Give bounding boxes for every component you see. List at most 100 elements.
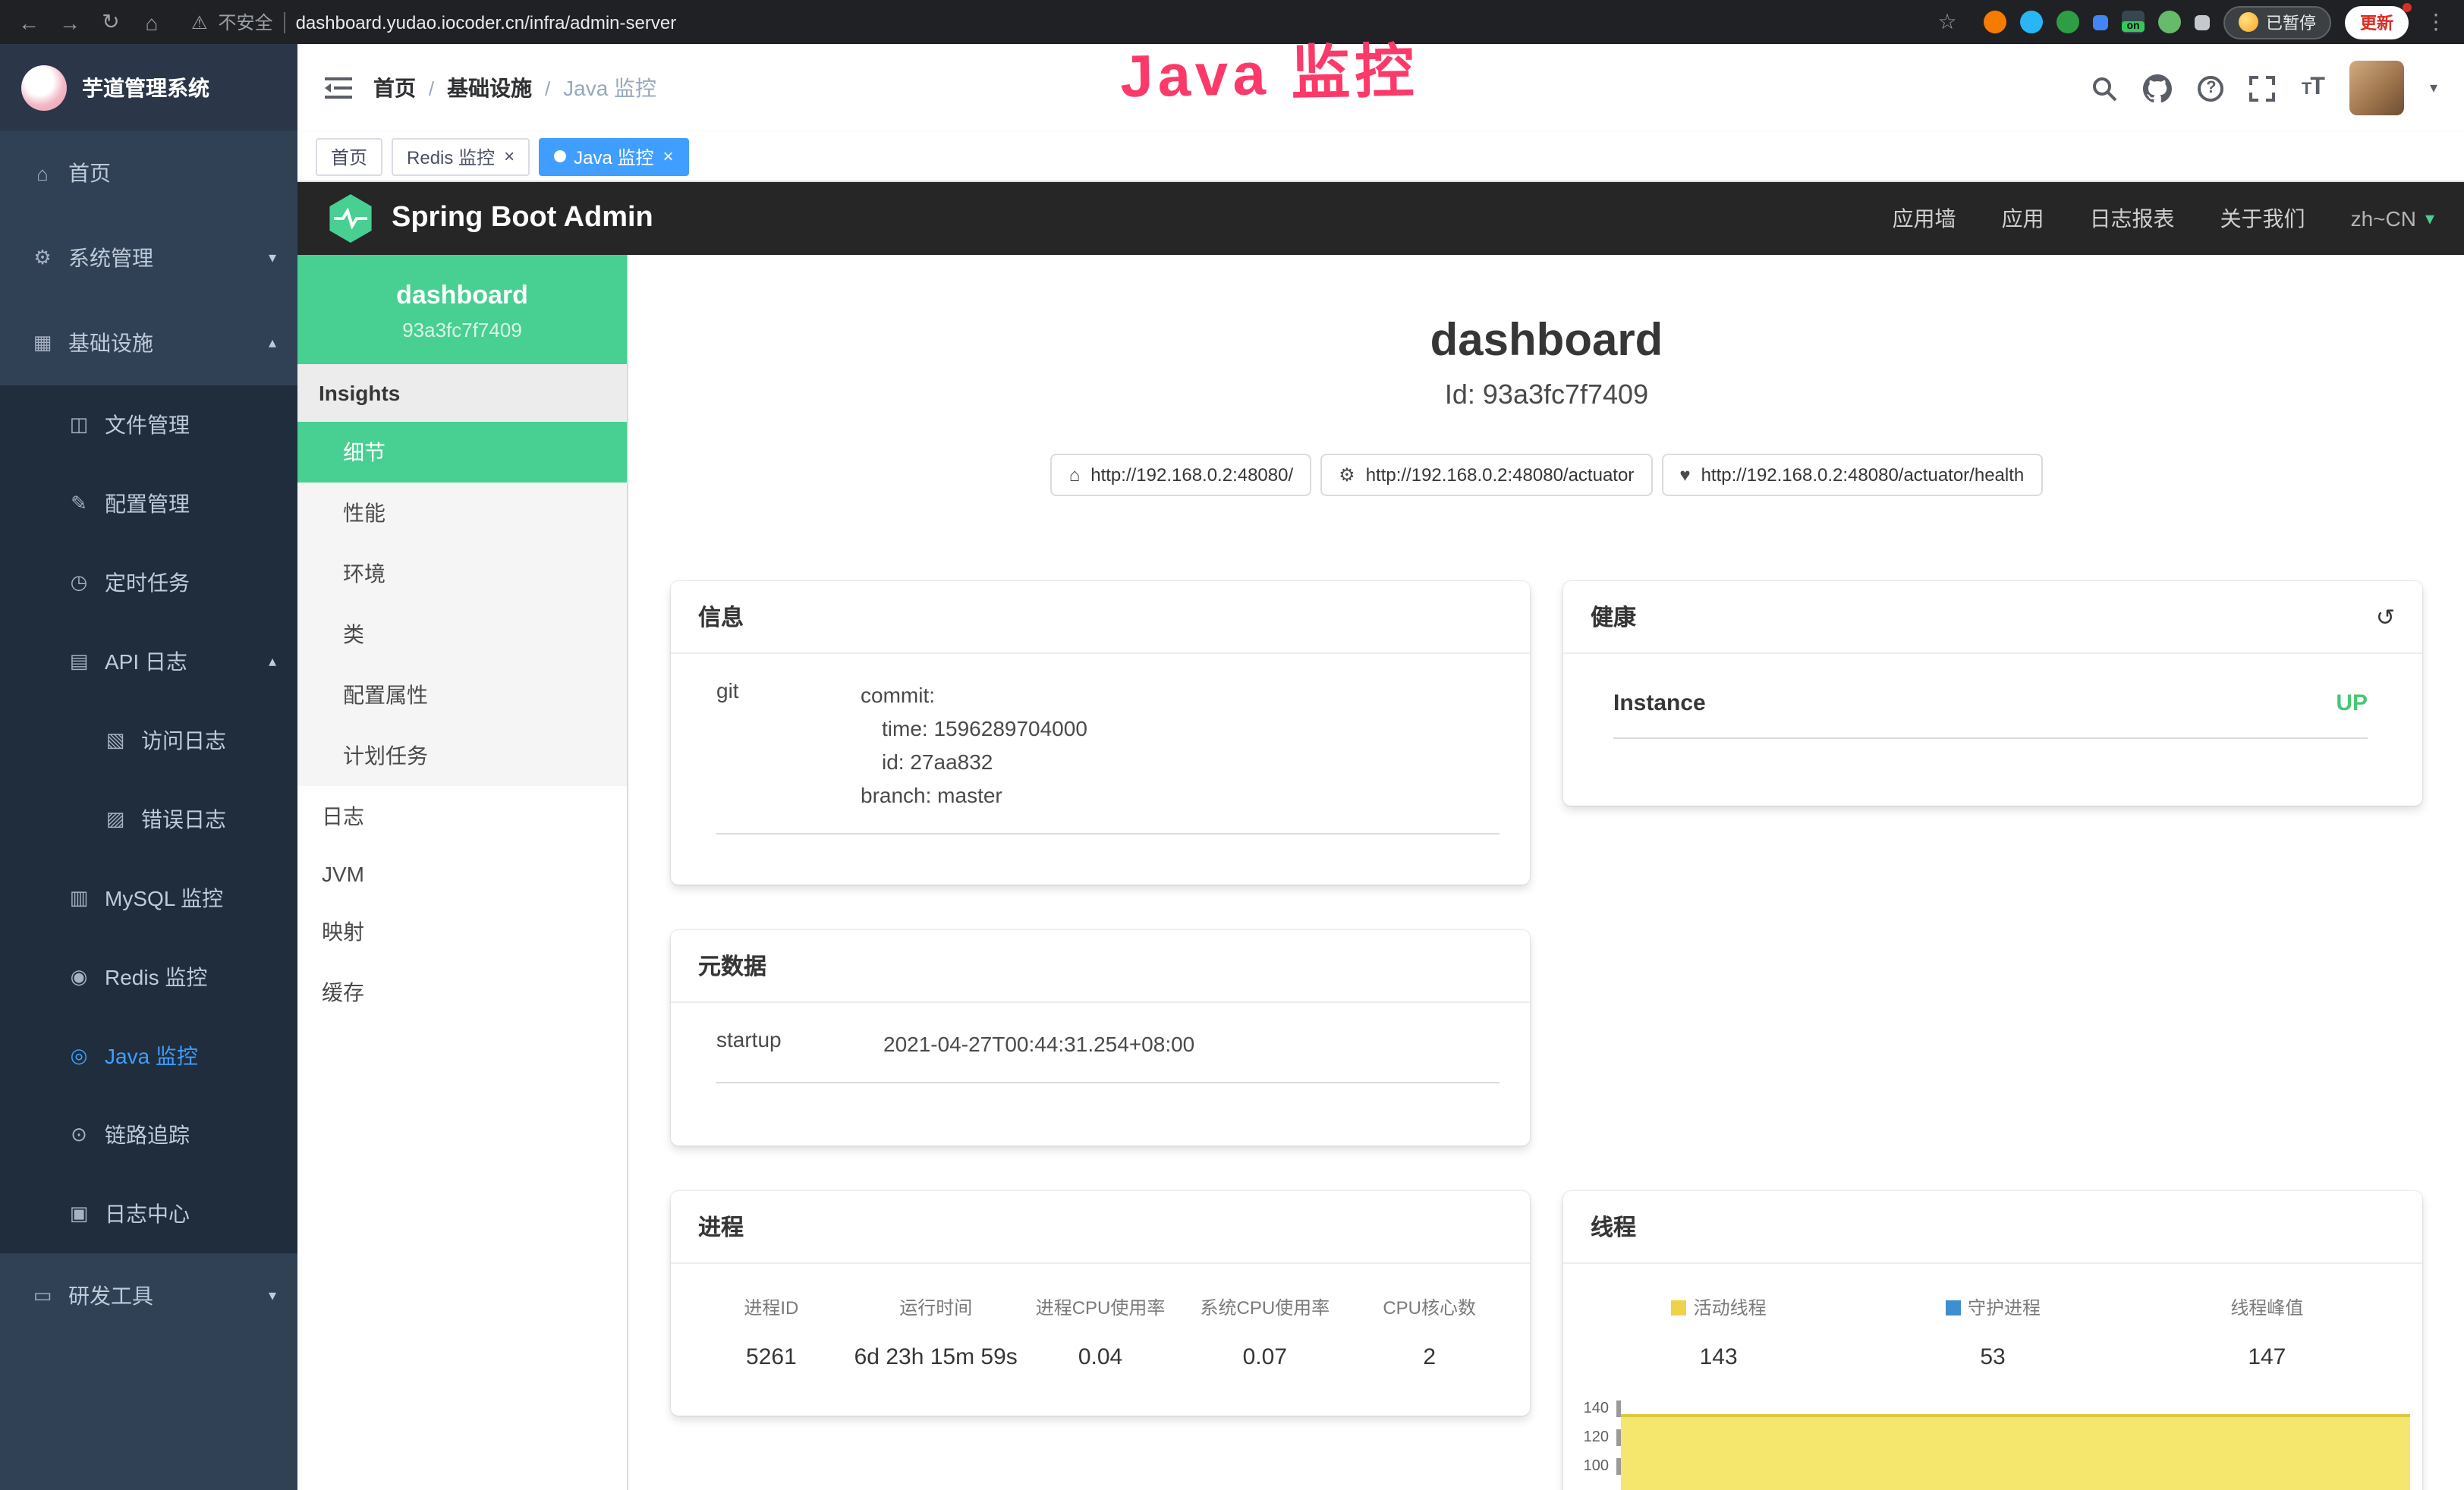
menu-label: 定时任务 <box>105 567 190 598</box>
menu-item-error-logs[interactable]: ▨ 错误日志 <box>0 780 297 859</box>
fullscreen-icon[interactable] <box>2250 75 2276 101</box>
menu-item-redis-monitor[interactable]: ◉ Redis 监控 <box>0 938 297 1017</box>
extension-on-icon[interactable]: on <box>2122 11 2145 33</box>
side-item-performance[interactable]: 性能 <box>297 483 627 543</box>
side-item-details[interactable]: 细节 <box>297 422 627 483</box>
menu-item-scheduled-tasks[interactable]: ◷ 定时任务 <box>0 543 297 622</box>
side-item-jvm[interactable]: JVM <box>297 847 627 901</box>
metric-label: 进程ID <box>689 1294 854 1320</box>
menu-label: 错误日志 <box>141 804 226 835</box>
side-item-mappings[interactable]: 映射 <box>297 901 627 962</box>
menu-item-api-logs[interactable]: ▤ API 日志 ▴ <box>0 622 297 701</box>
menu-item-java-monitor[interactable]: ◎ Java 监控 <box>0 1017 297 1095</box>
search-icon[interactable] <box>2092 75 2118 101</box>
side-item-classes[interactable]: 类 <box>297 604 627 665</box>
menu-item-config-management[interactable]: ✎ 配置管理 <box>0 464 297 543</box>
threads-metrics: 活动线程 143 守护进程 <box>1563 1264 2422 1382</box>
menu-item-file-management[interactable]: ◫ 文件管理 <box>0 385 297 464</box>
browser-home-icon[interactable]: ⌂ <box>138 10 165 34</box>
menu-item-dev-tools[interactable]: ▭ 研发工具 ▾ <box>0 1253 297 1338</box>
history-icon[interactable]: ↺ <box>2376 603 2395 630</box>
extension-icon[interactable] <box>2093 14 2108 30</box>
y-tick: 100 <box>1584 1458 1621 1475</box>
extension-icon[interactable] <box>2020 11 2043 33</box>
side-item-caches[interactable]: 缓存 <box>297 962 627 1023</box>
chevron-down-icon: ▾ <box>269 1287 276 1304</box>
update-button[interactable]: 更新 <box>2345 5 2409 39</box>
collapse-sidebar-icon[interactable] <box>325 76 352 100</box>
metric-label: 运行时间 <box>854 1294 1018 1320</box>
app-logo-row: 芋道管理系统 <box>0 44 297 130</box>
navbar-actions: ? TT ▾ <box>2092 61 2437 115</box>
close-icon[interactable]: × <box>504 146 515 167</box>
metric-label: 系统CPU使用率 <box>1182 1294 1347 1320</box>
metadata-row-startup: startup 2021-04-27T00:44:31.254+08:00 <box>716 1027 1499 1083</box>
tab-label: Java 监控 <box>574 143 653 169</box>
tab-redis-monitor[interactable]: Redis 监控 × <box>392 137 530 175</box>
avatar[interactable] <box>2349 61 2404 115</box>
tabs-bar: 首页 Redis 监控 × Java 监控 × <box>297 132 2464 182</box>
chevron-up-icon: ▴ <box>269 653 276 670</box>
browser-menu-icon[interactable]: ⋮ <box>2422 9 2450 35</box>
side-item-environment[interactable]: 环境 <box>297 543 627 604</box>
health-instance-row[interactable]: Instance UP <box>1613 678 2368 739</box>
side-item-logs[interactable]: 日志 <box>297 786 627 847</box>
sba-nav-applications[interactable]: 应用 <box>2002 203 2044 234</box>
help-icon[interactable]: ? <box>2198 75 2224 101</box>
puzzle-extensions-icon[interactable] <box>2195 14 2210 30</box>
service-url-link[interactable]: ⌂ http://192.168.0.2:48080/ <box>1051 454 1311 496</box>
bookmark-star-icon[interactable]: ☆ <box>1934 9 1961 35</box>
address-bar[interactable]: ⚠ 不安全 dashboard.yudao.iocoder.cn/infra/a… <box>179 9 1920 35</box>
menu-item-access-logs[interactable]: ▧ 访问日志 <box>0 701 297 780</box>
card-title: 健康 <box>1591 601 1636 633</box>
extension-icon[interactable] <box>2158 11 2181 33</box>
close-icon[interactable]: × <box>662 146 673 167</box>
metric-label: 线程峰值 <box>2230 1294 2303 1320</box>
instance-header[interactable]: dashboard 93a3fc7f7409 <box>297 255 627 364</box>
forward-icon[interactable]: → <box>56 10 83 34</box>
health-url-link[interactable]: ♥ http://192.168.0.2:48080/actuator/heal… <box>1661 454 2042 496</box>
menu-label: 日志中心 <box>105 1199 190 1229</box>
side-item-config-props[interactable]: 配置属性 <box>297 665 627 725</box>
address-divider <box>284 11 285 33</box>
instance-id: 93a3fc7f7409 <box>313 319 612 341</box>
reload-icon[interactable]: ↻ <box>97 9 124 35</box>
threads-chart: 140 120 100 <box>1563 1400 2422 1490</box>
menu-label: 链路追踪 <box>105 1120 190 1150</box>
sba-nav-about[interactable]: 关于我们 <box>2220 203 2305 234</box>
menu-item-home[interactable]: ⌂ 首页 <box>0 130 297 215</box>
tab-label: Redis 监控 <box>407 143 495 169</box>
instance-name: dashboard <box>313 281 612 311</box>
sba-nav-wallboard[interactable]: 应用墙 <box>1893 203 1956 234</box>
side-item-scheduled-tasks[interactable]: 计划任务 <box>297 725 627 786</box>
breadcrumb-home[interactable]: 首页 <box>373 76 416 100</box>
metric-system-cpu: 系统CPU使用率 0.07 <box>1182 1294 1347 1370</box>
extension-icon[interactable] <box>1984 11 2006 33</box>
breadcrumb-current: Java 监控 <box>563 76 656 100</box>
link-label: http://192.168.0.2:48080/actuator <box>1366 464 1635 486</box>
menu-item-log-center[interactable]: ▣ 日志中心 <box>0 1174 297 1253</box>
menu-item-tracing[interactable]: ⊙ 链路追踪 <box>0 1095 297 1174</box>
breadcrumb-infrastructure[interactable]: 基础设施 <box>447 76 532 100</box>
chevron-down-icon[interactable]: ▾ <box>2430 80 2437 96</box>
menu-label: 研发工具 <box>68 1281 153 1311</box>
cards-grid: 信息 git commit: time: 1596289704000 id: 2… <box>628 581 2464 1490</box>
app-shell: 芋道管理系统 ⌂ 首页 ⚙ 系统管理 ▾ ▦ 基础设施 ▴ <box>0 44 2464 1490</box>
menu-item-system-management[interactable]: ⚙ 系统管理 ▾ <box>0 215 297 300</box>
extension-icon[interactable] <box>2056 11 2079 33</box>
sba-nav-journal[interactable]: 日志报表 <box>2090 203 2175 234</box>
right-column: 健康 ↺ Instance UP <box>1563 581 2422 1490</box>
tab-java-monitor[interactable]: Java 监控 × <box>539 137 688 175</box>
paused-badge[interactable]: 已暂停 <box>2223 5 2331 39</box>
menu-item-mysql-monitor[interactable]: ▥ MySQL 监控 <box>0 859 297 938</box>
tab-home[interactable]: 首页 <box>316 137 382 175</box>
access-log-icon: ▧ <box>103 728 127 753</box>
back-icon[interactable]: ← <box>15 10 42 34</box>
metric-value: 2 <box>1347 1344 1512 1370</box>
menu-item-infrastructure[interactable]: ▦ 基础设施 ▴ <box>0 300 297 385</box>
sba-sidebar: dashboard 93a3fc7f7409 Insights 细节 性能 环境… <box>297 255 628 1490</box>
font-size-icon[interactable]: TT <box>2302 74 2324 102</box>
github-icon[interactable] <box>2144 74 2173 102</box>
locale-select[interactable]: zh~CN ▾ <box>2351 206 2434 231</box>
actuator-url-link[interactable]: ⚙ http://192.168.0.2:48080/actuator <box>1320 454 1652 496</box>
